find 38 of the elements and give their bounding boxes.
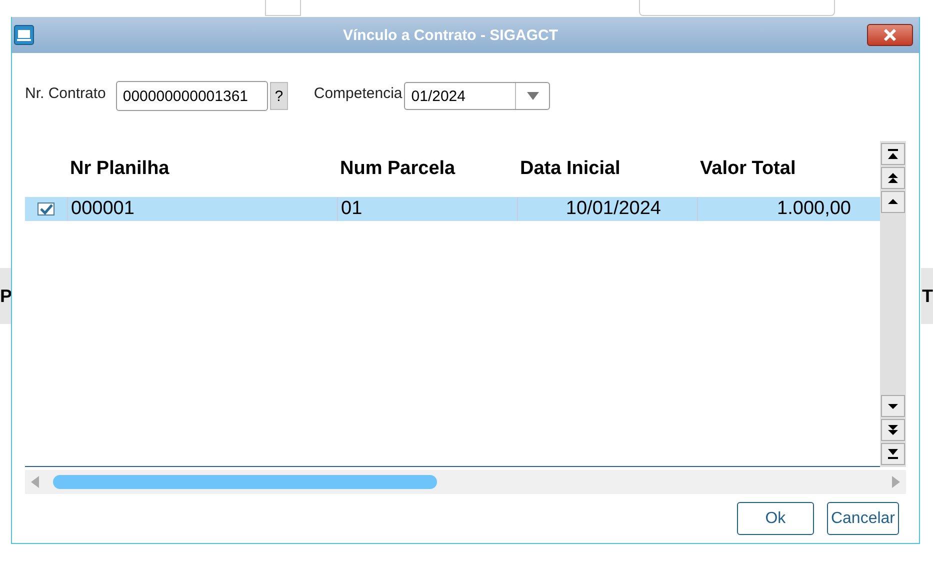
window-title: Vínculo a Contrato - SIGAGCT xyxy=(342,26,559,44)
close-button[interactable] xyxy=(867,24,913,46)
scroll-bottom-icon xyxy=(887,448,899,460)
ok-button[interactable]: Ok xyxy=(736,502,814,535)
monitor-icon xyxy=(14,25,34,45)
table-cell: 01 xyxy=(337,197,517,221)
table-cell: 10/01/2024 xyxy=(517,197,697,221)
column-header[interactable]: Data Inicial xyxy=(517,158,697,180)
column-header[interactable]: Num Parcela xyxy=(337,158,517,180)
column-header[interactable]: Nr Planilha xyxy=(67,158,337,180)
page-down-button[interactable] xyxy=(881,419,905,441)
field-label: Nr. Contrato xyxy=(25,84,106,102)
background-text: P xyxy=(0,286,12,306)
vertical-scrollbar[interactable] xyxy=(880,141,906,467)
double-down-arrow-icon xyxy=(887,424,899,436)
horizontal-scrollbar[interactable] xyxy=(25,470,906,494)
close-icon xyxy=(882,29,898,41)
field-label: Competencia xyxy=(314,84,402,102)
background-field xyxy=(265,0,301,16)
dropdown-arrow-icon xyxy=(526,92,539,100)
contract-field[interactable]: 000000000001361 xyxy=(116,81,268,111)
checkbox-icon[interactable] xyxy=(37,202,55,216)
scroll-bottom-button[interactable] xyxy=(881,443,905,465)
scroll-down-button[interactable] xyxy=(881,395,905,417)
page-up-button[interactable] xyxy=(881,167,905,189)
lookup-button[interactable]: ? xyxy=(270,82,288,110)
period-dropdown[interactable]: 01/2024 xyxy=(404,82,550,110)
background-text: T xyxy=(922,286,933,306)
double-up-arrow-icon xyxy=(887,172,899,184)
scroll-top-button[interactable] xyxy=(881,143,905,165)
scroll-thumb[interactable] xyxy=(53,475,437,489)
table-row[interactable]: 000001 01 10/01/2024 1.000,00 xyxy=(25,197,880,221)
column-header[interactable]: Valor Total xyxy=(697,158,879,180)
table-cell: 000001 xyxy=(67,197,337,221)
scroll-up-button[interactable] xyxy=(881,191,905,213)
scroll-top-icon xyxy=(887,148,899,160)
cancel-button[interactable]: Cancelar xyxy=(826,502,899,535)
table-cell: 1.000,00 xyxy=(697,197,879,221)
